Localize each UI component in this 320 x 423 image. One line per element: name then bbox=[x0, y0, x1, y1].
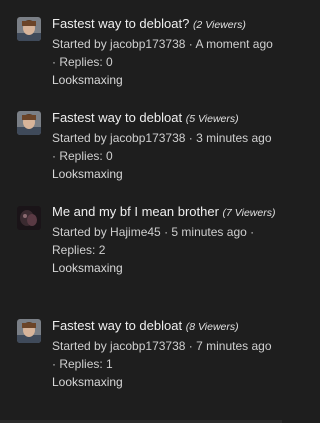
forum-link[interactable]: Looksmaxing bbox=[52, 165, 276, 183]
thread-time: A moment ago bbox=[195, 37, 273, 51]
user-avatar-icon[interactable] bbox=[17, 111, 41, 135]
user-avatar-icon[interactable] bbox=[17, 319, 41, 343]
thread-meta: Started by Hajime45 · 5 minutes ago · Re… bbox=[52, 225, 255, 257]
forum-link[interactable]: Looksmaxing bbox=[52, 71, 276, 89]
thread-title[interactable]: Fastest way to debloat (8 Viewers) bbox=[52, 316, 276, 337]
thread-meta: Started by jacobp173738 · 3 minutes ago … bbox=[52, 131, 272, 163]
author-link[interactable]: jacobp173738 bbox=[110, 339, 185, 353]
author-link[interactable]: Hajime45 bbox=[110, 225, 161, 239]
thread-time: 3 minutes ago bbox=[196, 131, 272, 145]
author-link[interactable]: jacobp173738 bbox=[110, 131, 185, 145]
thread-time: 5 minutes ago bbox=[171, 225, 247, 239]
forum-link[interactable]: Looksmaxing bbox=[52, 373, 276, 391]
viewer-count: (8 Viewers) bbox=[185, 321, 239, 333]
thread-title[interactable]: Fastest way to debloat? (2 Viewers) bbox=[52, 14, 276, 35]
thread-time: 7 minutes ago bbox=[196, 339, 272, 353]
reply-count: Replies: 2 bbox=[52, 243, 106, 257]
reply-count: Replies: 0 bbox=[59, 149, 113, 163]
viewer-count: (2 Viewers) bbox=[192, 19, 246, 31]
thread-meta: Started by jacobp173738 · A moment ago ·… bbox=[52, 37, 273, 69]
user-avatar-icon[interactable] bbox=[17, 206, 41, 230]
thread-title[interactable]: Me and my bf I mean brother (7 Viewers) bbox=[52, 202, 276, 223]
user-avatar-icon[interactable] bbox=[17, 17, 41, 41]
reply-count: Replies: 0 bbox=[59, 55, 113, 69]
viewer-count: (5 Viewers) bbox=[185, 113, 239, 125]
thread-list: Fastest way to debloat? (2 Viewers) Star… bbox=[0, 0, 282, 423]
thread-meta: Started by jacobp173738 · 7 minutes ago … bbox=[52, 339, 272, 371]
forum-link[interactable]: Looksmaxing bbox=[52, 259, 276, 277]
reply-count: Replies: 1 bbox=[59, 357, 113, 371]
thread-title[interactable]: Fastest way to debloat (5 Viewers) bbox=[52, 108, 276, 129]
viewer-count: (7 Viewers) bbox=[222, 207, 276, 219]
author-link[interactable]: jacobp173738 bbox=[110, 37, 185, 51]
